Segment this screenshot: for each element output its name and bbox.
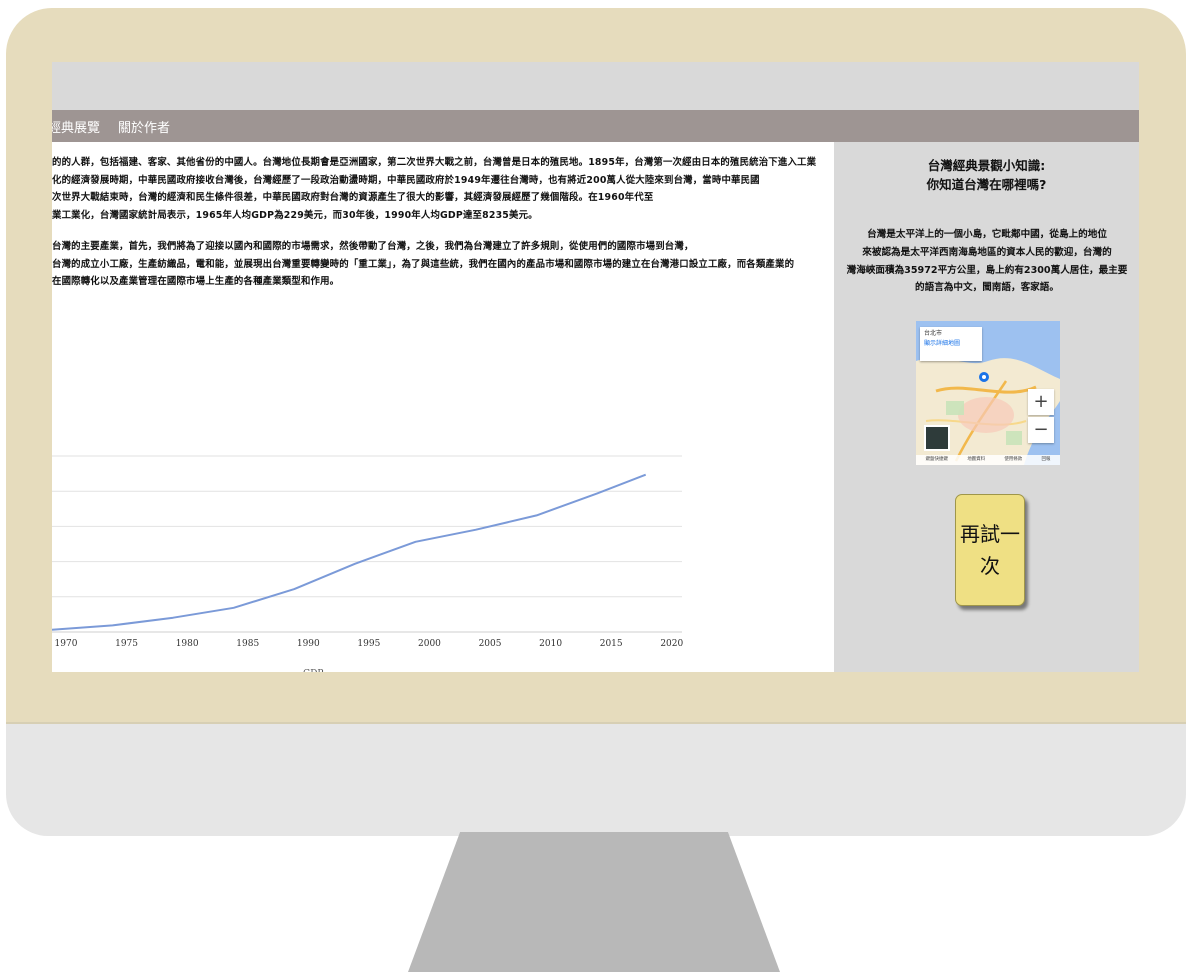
satellite-toggle[interactable] [924, 425, 950, 451]
x-tick-label: 2010 [539, 639, 562, 649]
map-widget[interactable]: 台北市 顯示詳細地圖 + − 鍵盤快捷鍵 地圖資料 使用條款 回報 [916, 321, 1060, 465]
nav-link-exhibitions[interactable]: 經典展覽 [52, 117, 100, 136]
sidebar: 台灣經典景觀小知識: 你知道台灣在哪裡嗎? 台灣是太平洋上的一個小島，它毗鄰中國… [834, 142, 1139, 672]
header-bar [52, 62, 1139, 110]
history-paragraph: 的的人群，包括福建、客家、其他省份的中國人。台灣地位長期會是亞洲國家，第二次世界… [52, 157, 817, 221]
x-tick-label: 1985 [236, 639, 259, 649]
x-tick-label: 2000 [418, 639, 441, 649]
sidebar-text: 台灣是太平洋上的一個小島，它毗鄰中國，從島上的地位 來被認為是太平洋西南海島地區… [846, 229, 1128, 294]
map-footer-report[interactable]: 回報 [1041, 455, 1050, 465]
map-footer-terms[interactable]: 使用條款 [1004, 455, 1022, 465]
x-tick-label: 1990 [297, 639, 320, 649]
x-tick-label: 1975 [115, 639, 138, 649]
x-tick-label: 1980 [176, 639, 199, 649]
map-footer: 鍵盤快捷鍵 地圖資料 使用條款 回報 [916, 455, 1060, 465]
zoom-out-button[interactable]: − [1028, 417, 1054, 443]
nav-bar: 經典展覽 關於作者 [52, 110, 1139, 142]
retry-button[interactable]: 再試一 次 [955, 494, 1025, 606]
monitor-stand [408, 832, 780, 972]
main-content: 的的人群，包括福建、客家、其他省份的中國人。台灣地位長期會是亞洲國家，第二次世界… [52, 142, 834, 672]
map-footer-data: 地圖資料 [967, 457, 986, 462]
x-tick-label: 1970 [55, 639, 78, 649]
x-tick-label: 1995 [357, 639, 380, 649]
industry-paragraph: 台灣的主要產業，首先，我們將為了迎接以國內和國際的市場需求，然後帶動了台灣，之後… [52, 241, 795, 288]
gdp-series-line [52, 473, 647, 631]
monitor-chin [6, 722, 1186, 836]
map-card-title: 台北市 [924, 330, 943, 337]
sidebar-title: 台灣經典景觀小知識: 你知道台灣在哪裡嗎? [926, 158, 1047, 192]
x-tick-label: 2020 [660, 639, 683, 649]
map-info-card: 台北市 顯示詳細地圖 [920, 327, 982, 361]
map-footer-shortcuts[interactable]: 鍵盤快捷鍵 [926, 455, 949, 465]
legend-label: GDP [303, 669, 323, 672]
screen: 經典展覽 關於作者 的的人群，包括福建、客家、其他省份的中國人。台灣地位長期會是… [52, 62, 1139, 672]
gdp-line-chart: 1970 1975 1980 1985 1990 1995 2000 2005 2010 2015… [52, 455, 683, 672]
x-tick-label: 2015 [600, 639, 623, 649]
x-tick-label: 2005 [479, 639, 502, 649]
map-card-link[interactable]: 顯示詳細地圖 [924, 339, 978, 349]
nav-link-about-author[interactable]: 關於作者 [118, 117, 170, 136]
zoom-in-button[interactable]: + [1028, 389, 1054, 415]
